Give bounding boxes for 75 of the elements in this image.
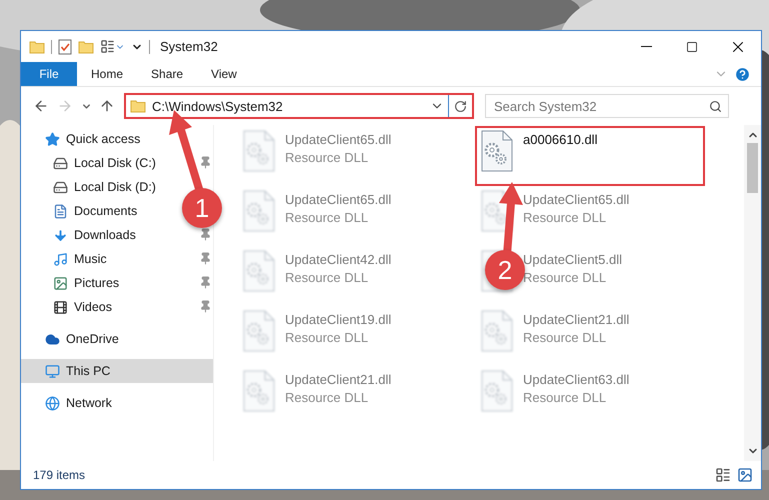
dll-file-icon <box>243 370 275 412</box>
sidebar-item[interactable]: This PC <box>21 359 213 383</box>
cloud-icon <box>45 332 60 346</box>
minimize-icon <box>640 46 652 47</box>
sidebar-item[interactable]: OneDrive <box>21 327 123 351</box>
pin-icon[interactable] <box>199 156 212 169</box>
folder-icon <box>29 40 45 54</box>
file-name[interactable]: UpdateClient65.dll <box>523 192 630 207</box>
download-icon <box>53 228 68 242</box>
file-name[interactable]: UpdateClient42.dll <box>285 252 392 267</box>
file-type: Resource DLL <box>285 330 370 345</box>
file-name[interactable]: UpdateClient65.dll <box>285 132 392 147</box>
sidebar-item[interactable]: Local Disk (C:) <box>21 151 160 175</box>
file-name[interactable]: UpdateClient19.dll <box>285 312 392 327</box>
file-type: Resource DLL <box>523 390 608 405</box>
dll-file-icon <box>481 310 513 352</box>
sidebar-item[interactable]: Documents <box>21 199 142 223</box>
music-note-icon <box>53 252 68 266</box>
sidebar-item[interactable]: Local Disk (D:) <box>21 175 160 199</box>
file-type: Resource DLL <box>285 210 370 225</box>
file-name[interactable]: UpdateClient5.dll <box>523 252 622 267</box>
scroll-thumb[interactable] <box>747 143 758 193</box>
pin-icon[interactable] <box>199 276 212 289</box>
search-icon <box>709 100 722 112</box>
file-name[interactable]: UpdateClient21.dll <box>523 312 630 327</box>
file-name[interactable]: UpdateClient21.dll <box>285 372 392 387</box>
file-name[interactable]: UpdateClient65.dll <box>285 192 392 207</box>
film-icon <box>53 300 68 314</box>
star-icon <box>45 132 60 146</box>
dll-file-icon <box>243 250 275 292</box>
pin-icon[interactable] <box>199 228 212 241</box>
file-type: Resource DLL <box>285 390 370 405</box>
sidebar-item[interactable]: Network <box>21 391 116 415</box>
scrollbar[interactable] <box>744 125 761 461</box>
sidebar-item[interactable]: Quick access <box>21 127 144 151</box>
pin-icon[interactable] <box>199 252 212 265</box>
search-field[interactable]: Search System32 <box>485 94 729 118</box>
file-type: Resource DLL <box>523 330 608 345</box>
picture-icon <box>53 276 68 290</box>
properties-icon[interactable] <box>58 38 72 54</box>
view-icon[interactable] <box>100 39 115 54</box>
sidebar-item[interactable]: Downloads <box>21 223 140 247</box>
window-title: System32 <box>160 39 218 54</box>
drive-icon <box>53 180 68 194</box>
dll-file-icon <box>481 130 513 172</box>
sidebar-item[interactable]: Music <box>21 247 111 271</box>
help-icon[interactable] <box>734 66 751 82</box>
file-type: Resource DLL <box>523 270 608 285</box>
item-count: 179 items <box>33 468 86 482</box>
new-folder-icon <box>78 40 94 54</box>
sidebar-item[interactable]: Pictures <box>21 271 124 295</box>
dll-file-icon <box>243 130 275 172</box>
document-icon <box>53 204 68 218</box>
file-name[interactable]: a0006610.dll <box>523 132 598 147</box>
dll-file-icon <box>243 190 275 232</box>
file-type: Resource DLL <box>523 210 608 225</box>
ribbon-tab[interactable]: Share <box>137 62 198 86</box>
details-view-icon[interactable] <box>715 467 731 483</box>
ribbon-tab[interactable]: Home <box>77 62 138 86</box>
address-field[interactable]: C:\Windows\System32 <box>126 95 448 117</box>
ribbon-tab[interactable]: View <box>197 62 251 86</box>
maximize-icon <box>686 40 698 52</box>
file-type: Resource DLL <box>285 270 370 285</box>
globe-icon <box>45 396 60 410</box>
file-type: Resource DLL <box>285 150 370 165</box>
pin-icon[interactable] <box>199 300 212 313</box>
dll-file-icon <box>243 310 275 352</box>
refresh-icon <box>454 100 467 112</box>
folder-icon <box>130 99 146 113</box>
large-icons-view-icon[interactable] <box>737 467 753 483</box>
drive-icon <box>53 156 68 170</box>
sidebar-item[interactable]: Videos <box>21 295 116 319</box>
monitor-icon <box>45 364 60 378</box>
file-name[interactable]: UpdateClient63.dll <box>523 372 630 387</box>
dll-file-icon <box>481 370 513 412</box>
